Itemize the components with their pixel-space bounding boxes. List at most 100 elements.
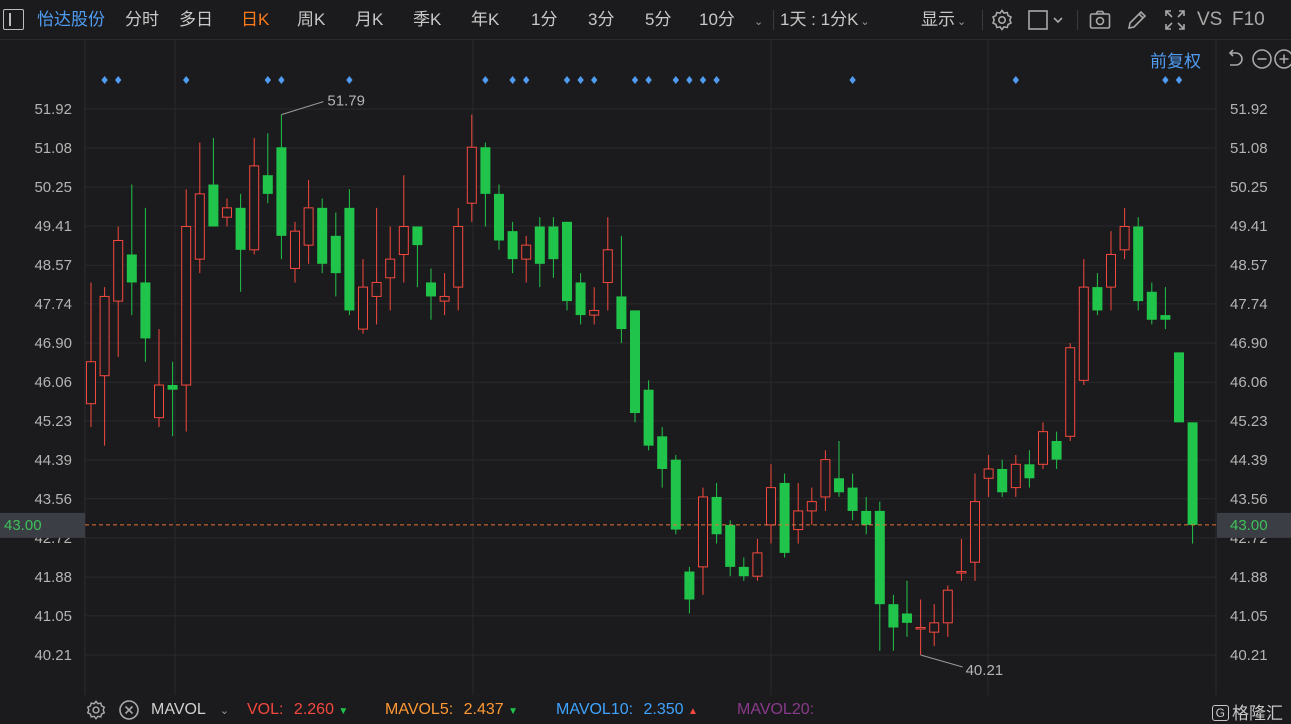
tab-yearly-k[interactable]: 年K bbox=[471, 0, 499, 40]
tab-daily-k[interactable]: 日K bbox=[241, 0, 269, 40]
toolbar-divider bbox=[982, 10, 983, 30]
toolbar: 怡达股份 分时 多日 日K 周K 月K 季K 年K 1分 3分 5分 10分 ⌄… bbox=[0, 0, 1291, 40]
candle bbox=[330, 212, 341, 297]
candle bbox=[140, 207, 151, 362]
tab-quarterly-k[interactable]: 季K bbox=[413, 0, 441, 40]
event-marker bbox=[563, 76, 571, 84]
tab-weekly-k[interactable]: 周K bbox=[297, 0, 325, 40]
candle bbox=[154, 329, 164, 427]
candle bbox=[1051, 431, 1062, 469]
event-marker bbox=[264, 76, 271, 84]
vs-compare-button[interactable]: VS bbox=[1197, 0, 1222, 40]
candle-body bbox=[602, 249, 613, 283]
candle-body bbox=[956, 571, 967, 574]
candle-body bbox=[222, 207, 232, 218]
f10-button[interactable]: F10 bbox=[1232, 0, 1265, 40]
fullscreen-icon[interactable] bbox=[1163, 8, 1187, 32]
event-marker bbox=[591, 76, 598, 84]
current-price-label-right: 43.00 bbox=[1230, 517, 1268, 534]
candle bbox=[167, 361, 178, 437]
event-marker bbox=[346, 76, 353, 84]
high-label-leader bbox=[281, 101, 324, 116]
pencil-draw-icon[interactable] bbox=[1125, 8, 1149, 32]
y-tick-label-right: 48.57 bbox=[1230, 257, 1268, 274]
period-more-chevron-icon[interactable]: ⌄ bbox=[752, 0, 763, 40]
candle-body bbox=[711, 496, 722, 535]
candle-body bbox=[1106, 253, 1116, 288]
candle-body bbox=[398, 225, 409, 255]
y-tick-label-right: 44.39 bbox=[1230, 452, 1268, 469]
candlestick-chart[interactable]: 51.92 51.92 51.08 51.08 50.25 50.25 49.41 49.41… bbox=[0, 40, 1291, 695]
brand-mark-icon: G bbox=[1211, 705, 1229, 721]
candle-body bbox=[521, 244, 532, 260]
candle bbox=[426, 268, 436, 320]
candle bbox=[126, 184, 137, 316]
indicator-bar: MAVOL ⌄ VOL: 2.260 ▼ MAVOL5: 2.437 ▼ MAVO… bbox=[0, 697, 1291, 724]
candle bbox=[1160, 287, 1171, 330]
candle-body bbox=[126, 254, 137, 283]
candle bbox=[1133, 217, 1144, 311]
candle bbox=[317, 198, 328, 274]
y-tick-label-left: 44.39 bbox=[34, 452, 72, 469]
toolbar-divider bbox=[773, 10, 774, 30]
tab-5min[interactable]: 5分 bbox=[645, 0, 671, 40]
y-tick-label-right: 51.08 bbox=[1230, 140, 1268, 157]
candle bbox=[534, 217, 545, 288]
candle-body bbox=[303, 207, 314, 246]
candle bbox=[643, 380, 654, 451]
mavol10-label: MAVOL10: bbox=[556, 701, 634, 718]
close-indicator-icon[interactable] bbox=[118, 699, 140, 721]
candle-body bbox=[154, 384, 164, 419]
candle-body bbox=[684, 571, 695, 600]
arrow-down-icon: ▼ bbox=[508, 706, 519, 717]
candle bbox=[371, 207, 382, 325]
candle bbox=[439, 273, 450, 316]
candle bbox=[752, 538, 763, 581]
chart-annotations: 43.00 43.00 51.79 40.21 bbox=[0, 93, 1291, 679]
display-select[interactable]: 显示 ⌄ bbox=[921, 0, 966, 40]
candle-body bbox=[643, 389, 654, 446]
candle-body bbox=[466, 146, 477, 204]
candle bbox=[398, 175, 409, 283]
high-price-label: 51.79 bbox=[327, 93, 365, 110]
panel-toggle-icon[interactable] bbox=[3, 9, 24, 30]
camera-icon[interactable] bbox=[1088, 8, 1112, 32]
tab-multiday[interactable]: 多日 bbox=[179, 0, 213, 40]
candle-body bbox=[99, 295, 110, 377]
candle bbox=[956, 538, 967, 581]
candle-body bbox=[276, 147, 287, 236]
candle-body bbox=[942, 589, 953, 624]
tab-1min[interactable]: 1分 bbox=[531, 0, 557, 40]
layout-square-icon[interactable] bbox=[1027, 8, 1067, 32]
tab-monthly-k[interactable]: 月K bbox=[355, 0, 383, 40]
candle-body bbox=[793, 510, 804, 531]
candle bbox=[806, 487, 817, 525]
stock-name[interactable]: 怡达股份 bbox=[37, 0, 105, 40]
candle bbox=[793, 482, 804, 544]
indicator-select[interactable]: MAVOL ⌄ bbox=[151, 701, 229, 719]
y-tick-label-right: 41.05 bbox=[1230, 608, 1268, 625]
interval-select[interactable]: 1天 : 1分K ⌄ bbox=[780, 0, 870, 40]
tab-10min[interactable]: 10分 bbox=[699, 0, 735, 40]
candle bbox=[249, 137, 260, 255]
candle-body bbox=[344, 207, 355, 311]
candle-body bbox=[181, 225, 192, 386]
y-tick-label-right: 51.92 bbox=[1230, 101, 1268, 118]
candle-body bbox=[426, 282, 436, 297]
candle bbox=[970, 473, 980, 581]
candle-body bbox=[1174, 352, 1184, 423]
settings-gear-icon[interactable] bbox=[990, 8, 1014, 32]
candle bbox=[494, 184, 504, 250]
candle-body bbox=[358, 286, 368, 330]
tab-3min[interactable]: 3分 bbox=[588, 0, 614, 40]
event-marker bbox=[631, 76, 639, 84]
mavol5-readout: MAVOL5: 2.437 ▼ bbox=[385, 701, 518, 719]
candle-body bbox=[902, 613, 912, 623]
candle-body bbox=[1010, 463, 1021, 489]
indicator-settings-icon[interactable] bbox=[85, 699, 107, 721]
candle bbox=[589, 287, 600, 325]
current-price-label-left: 43.00 bbox=[4, 517, 42, 534]
candle-body bbox=[262, 175, 273, 194]
candle-body bbox=[249, 165, 260, 251]
tab-intraday[interactable]: 分时 bbox=[125, 0, 159, 40]
